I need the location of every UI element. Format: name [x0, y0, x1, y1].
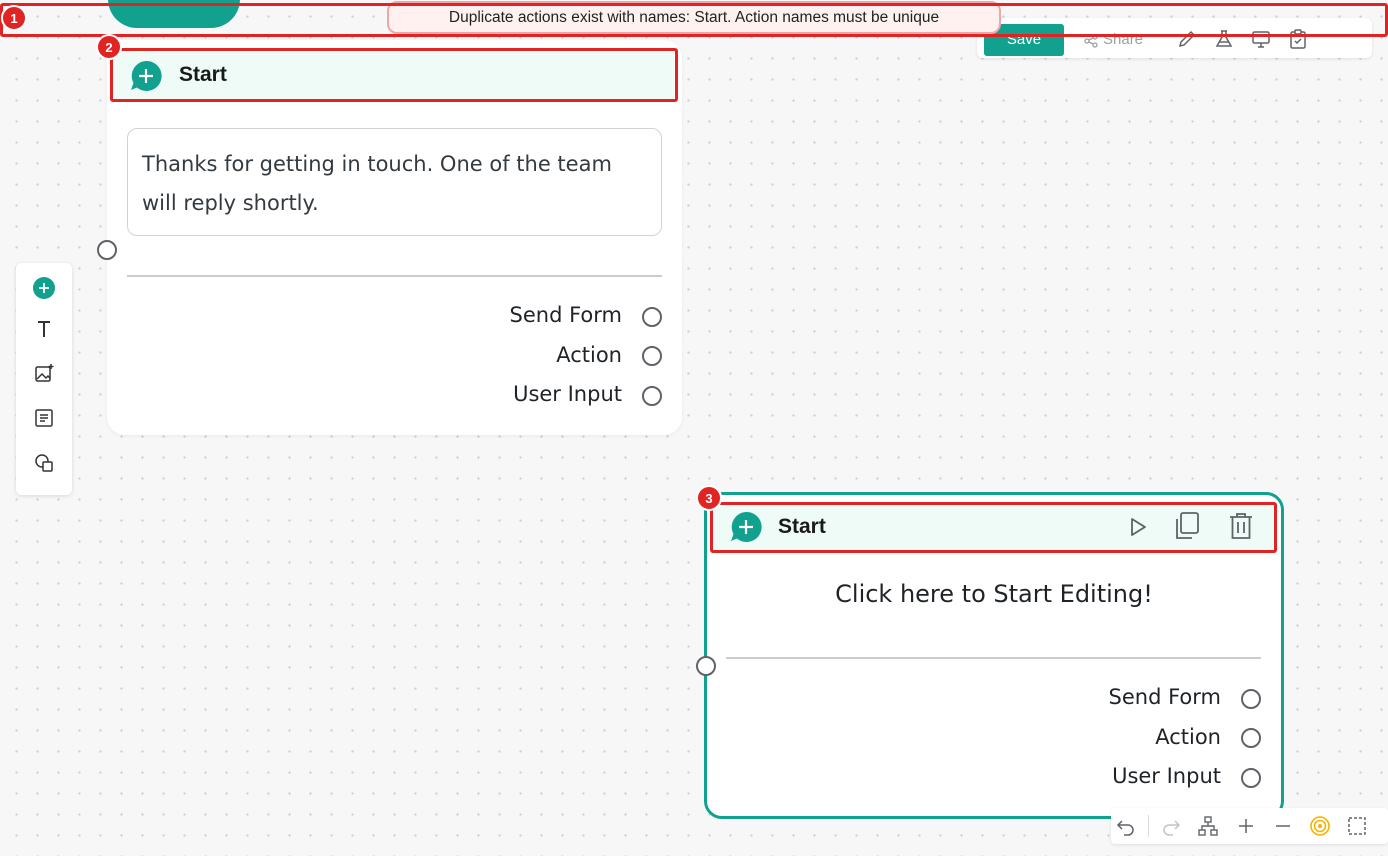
error-toast: Duplicate actions exist with names: Star… — [387, 1, 1001, 34]
pencil-icon[interactable] — [1176, 28, 1198, 50]
edit-placeholder[interactable]: Click here to Start Editing! — [724, 580, 1264, 608]
monitor-icon[interactable] — [1250, 28, 1272, 50]
port-label-action: Action — [556, 343, 622, 367]
annotation-badge-1: 1 — [1, 5, 27, 31]
port-action[interactable] — [642, 346, 662, 366]
share-label: Share — [1103, 31, 1144, 48]
divider — [726, 657, 1261, 659]
redo-icon[interactable] — [1160, 815, 1182, 837]
node-title: Start — [778, 515, 826, 538]
port-label-send-form: Send Form — [1108, 685, 1221, 709]
add-node-icon[interactable] — [32, 276, 56, 300]
port-label-user-input: User Input — [1112, 764, 1221, 788]
port-label-action: Action — [1155, 725, 1221, 749]
port-user-input[interactable] — [642, 386, 662, 406]
node-header[interactable]: Start — [113, 52, 674, 99]
port-label-send-form: Send Form — [509, 303, 622, 327]
annotation-badge-3: 3 — [696, 485, 722, 511]
port-action[interactable] — [1241, 728, 1261, 748]
trash-icon[interactable] — [1227, 511, 1255, 541]
node-card-start-1[interactable] — [107, 40, 682, 435]
port-label-user-input: User Input — [513, 382, 622, 406]
zoom-in-icon[interactable] — [1235, 815, 1257, 837]
share-icon — [1084, 34, 1098, 48]
fit-view-icon[interactable] — [1346, 815, 1368, 837]
play-icon[interactable] — [1127, 515, 1149, 539]
tool-rail — [16, 263, 72, 495]
port-send-form[interactable] — [1241, 689, 1261, 709]
copy-icon[interactable] — [1173, 511, 1201, 541]
chat-add-icon — [731, 511, 762, 542]
document-icon[interactable] — [32, 406, 56, 430]
flask-icon[interactable] — [1213, 28, 1235, 50]
divider — [127, 275, 662, 277]
clipboard-icon[interactable] — [1287, 28, 1309, 50]
shapes-icon[interactable] — [32, 451, 56, 475]
zoom-out-icon[interactable] — [1272, 815, 1294, 837]
node-pill[interactable] — [108, 0, 240, 28]
node-header-selected[interactable]: Start — [713, 505, 1273, 550]
image-add-icon[interactable] — [32, 361, 56, 385]
chat-add-icon — [131, 60, 162, 91]
node-title: Start — [179, 63, 227, 86]
share-button[interactable]: Share — [1084, 26, 1143, 54]
annotation-badge-2: 2 — [96, 34, 122, 60]
port-user-input[interactable] — [1241, 768, 1261, 788]
save-label: Save — [1006, 31, 1042, 48]
text-icon[interactable] — [32, 317, 56, 341]
error-message: Duplicate actions exist with names: Star… — [448, 8, 940, 26]
hierarchy-icon[interactable] — [1197, 815, 1219, 837]
undo-icon[interactable] — [1115, 815, 1137, 837]
separator — [1148, 815, 1149, 837]
port-send-form[interactable] — [642, 307, 662, 327]
message-textbox[interactable]: Thanks for getting in touch. One of the … — [127, 128, 662, 236]
target-icon[interactable] — [1309, 815, 1331, 837]
input-port[interactable] — [696, 656, 716, 676]
input-port[interactable] — [97, 240, 117, 260]
